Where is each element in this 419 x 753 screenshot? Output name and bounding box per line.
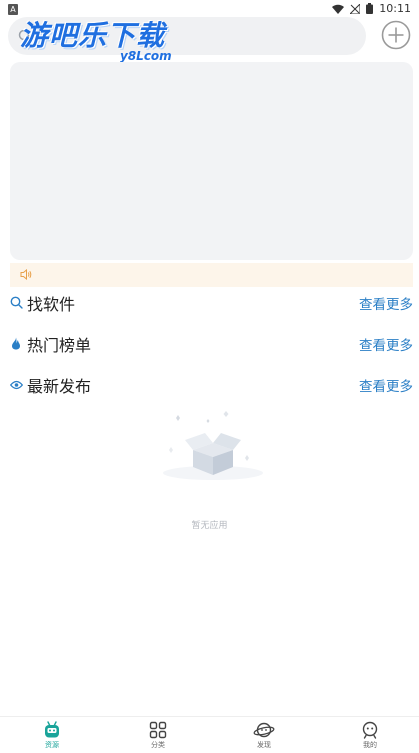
view-more-link[interactable]: 查看更多 xyxy=(359,334,413,354)
battery-icon xyxy=(366,3,374,14)
notice-bar[interactable] xyxy=(10,263,413,287)
status-icons: 10:11 xyxy=(332,2,411,15)
section-title: 最新发布 xyxy=(27,377,92,396)
tab-categories[interactable]: 分类 xyxy=(128,721,188,753)
tab-discover[interactable]: 发现 xyxy=(234,721,294,753)
logo-sub-text: y8Lcom xyxy=(120,49,172,63)
tab-label: 我的 xyxy=(363,741,377,749)
section-hot-ranking: 热门榜单 查看更多 xyxy=(10,329,413,359)
signal-icon xyxy=(350,3,361,14)
wifi-icon xyxy=(332,4,345,14)
robot-icon xyxy=(45,721,59,738)
section-find-software: 找软件 查看更多 xyxy=(10,288,413,318)
tab-label: 分类 xyxy=(151,741,165,749)
smiley-icon xyxy=(362,721,378,739)
view-more-link[interactable]: 查看更多 xyxy=(359,375,413,395)
speaker-icon xyxy=(20,269,32,280)
view-more-link[interactable]: 查看更多 xyxy=(359,293,413,313)
tab-label: 发现 xyxy=(257,741,271,749)
planet-icon xyxy=(253,722,275,738)
tab-profile[interactable]: 我的 xyxy=(340,721,400,753)
logo-main-text: 游吧乐下载 xyxy=(20,19,166,52)
banner-carousel[interactable] xyxy=(10,62,413,260)
section-title: 热门榜单 xyxy=(27,336,92,355)
section-latest-release: 最新发布 查看更多 xyxy=(10,370,413,400)
empty-box-illustration xyxy=(163,411,263,480)
clock: 10:11 xyxy=(379,2,411,15)
empty-state-text: 暂无应用 xyxy=(191,521,228,531)
bottom-tab-bar: 资源 分类 发现 我的 xyxy=(0,716,419,753)
eye-icon xyxy=(10,380,23,390)
tab-label: 资源 xyxy=(45,741,59,749)
tab-resources[interactable]: 资源 xyxy=(22,721,82,753)
flame-icon xyxy=(12,337,20,350)
add-button[interactable] xyxy=(381,20,411,50)
section-title: 找软件 xyxy=(27,295,76,314)
app-notification-icon: A xyxy=(8,4,18,15)
grid-icon xyxy=(149,721,167,739)
search-icon xyxy=(10,296,23,309)
